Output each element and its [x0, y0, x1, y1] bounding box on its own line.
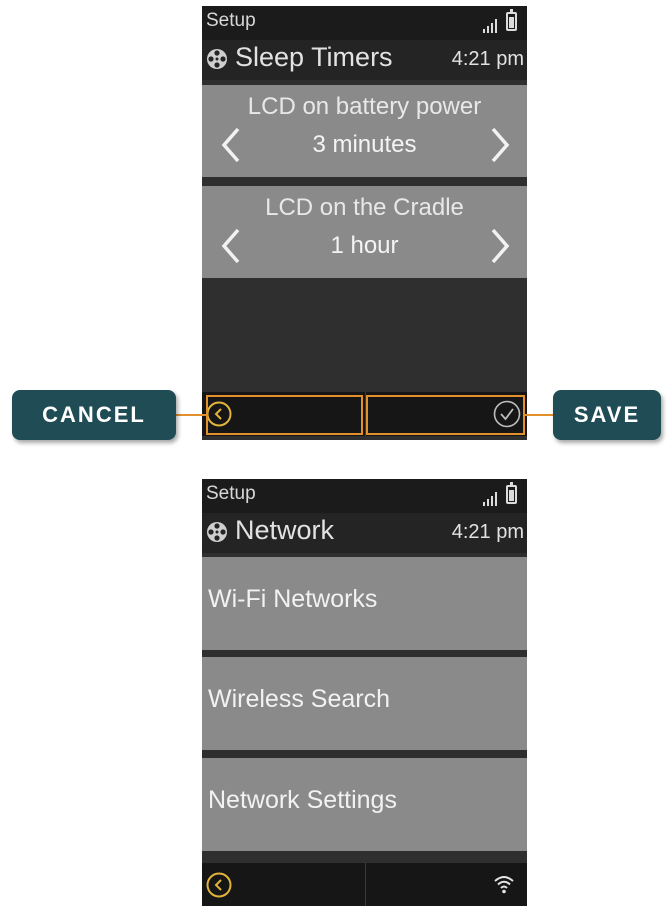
cancel-callout: CANCEL: [12, 390, 176, 440]
save-connector: [525, 414, 553, 416]
page-title: Sleep Timers: [235, 42, 393, 72]
divider: [365, 863, 366, 906]
menu-item-wireless-search[interactable]: Wireless Search: [202, 657, 527, 750]
page-title: Network: [235, 515, 335, 545]
menu-item-label: Network Settings: [208, 786, 397, 814]
battery-timer-setting: LCD on battery power 3 minutes: [202, 85, 527, 177]
sleep-timers-screen: Setup Sleep Timers 4:21 pm LCD on batter…: [202, 6, 527, 440]
cancel-connector: [174, 414, 207, 416]
signal-icon: [483, 492, 499, 506]
battery-icon: [506, 9, 517, 31]
save-highlight: [366, 395, 525, 435]
chevron-right-icon[interactable]: [479, 224, 519, 268]
menu-item-network-settings[interactable]: Network Settings: [202, 758, 527, 851]
save-callout: SAVE: [553, 390, 661, 440]
wifi-icon[interactable]: [493, 874, 515, 894]
title-bar: Sleep Timers 4:21 pm: [202, 40, 527, 80]
menu-item-label: Wireless Search: [208, 685, 390, 713]
film-reel-icon: [207, 522, 227, 542]
cradle-timer-setting: LCD on the Cradle 1 hour: [202, 186, 527, 278]
setting-label: LCD on the Cradle: [265, 194, 464, 221]
bottom-bar: [202, 863, 527, 906]
clock: 4:21 pm: [451, 521, 524, 543]
setting-label: LCD on battery power: [247, 93, 482, 120]
clock: 4:21 pm: [451, 48, 524, 70]
film-reel-icon: [207, 49, 227, 69]
breadcrumb: Setup: [206, 483, 256, 504]
chevron-right-icon[interactable]: [479, 123, 519, 167]
cancel-highlight: [206, 395, 363, 435]
back-circle-icon[interactable]: [206, 872, 232, 898]
status-bar: Setup: [202, 6, 527, 40]
title-bar: Network 4:21 pm: [202, 513, 527, 553]
menu-item-label: Wi-Fi Networks: [208, 585, 378, 613]
status-bar: Setup: [202, 479, 527, 513]
menu-item-wifi-networks[interactable]: Wi-Fi Networks: [202, 557, 527, 650]
network-screen: Setup Network 4:21 pm Wi-Fi Networks Wir…: [202, 479, 527, 906]
battery-icon: [506, 482, 517, 504]
signal-icon: [483, 19, 499, 33]
breadcrumb: Setup: [206, 10, 256, 31]
